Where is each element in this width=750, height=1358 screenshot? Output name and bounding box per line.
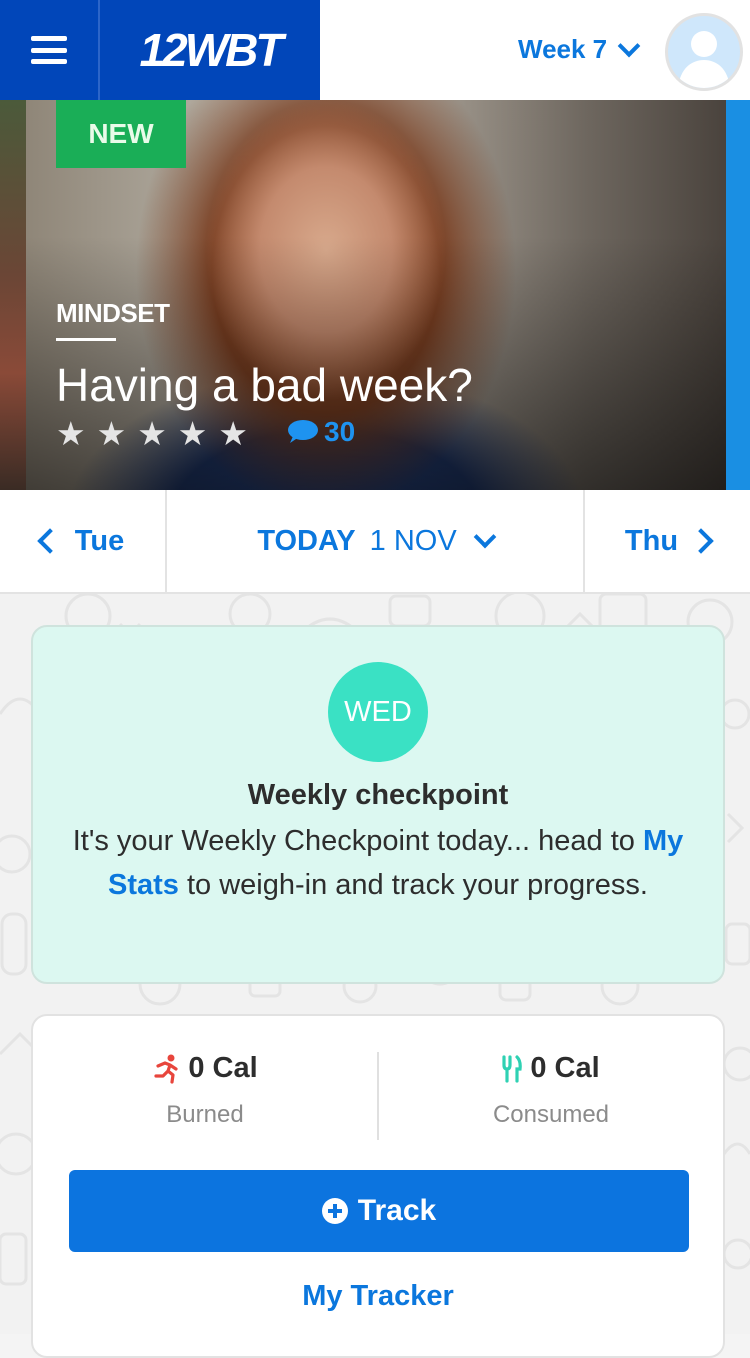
track-button[interactable]: Track <box>69 1170 689 1252</box>
speech-bubble-icon <box>288 420 318 443</box>
star-icon: ★ <box>56 415 86 452</box>
article-title[interactable]: Having a bad week? <box>56 358 473 412</box>
plus-circle-icon <box>321 1198 348 1224</box>
running-person-icon <box>154 1054 178 1084</box>
featured-article-card[interactable]: NEW MINDSET Having a bad week? ★ ★ ★ ★ ★… <box>0 100 750 490</box>
day-badge: WED <box>328 662 428 762</box>
article-category: MINDSET <box>56 298 170 328</box>
next-day-button[interactable]: Thu <box>585 490 750 592</box>
today-label: TODAY <box>257 524 356 557</box>
chevron-right-icon <box>688 528 714 554</box>
calories-consumed: 0 Cal Consumed <box>379 1052 723 1129</box>
hamburger-icon <box>31 36 67 64</box>
day-navigation: Tue TODAY 1 NOV Thu <box>0 490 750 594</box>
checkpoint-title: Weekly checkpoint <box>247 779 509 811</box>
burned-value: 0 Cal <box>188 1052 258 1084</box>
week-selector[interactable]: Week 7 <box>518 34 641 65</box>
calorie-tracker-card: 0 Cal Burned 0 Cal Consumed Track My Tra… <box>31 1014 725 1358</box>
next-card-peek[interactable] <box>726 100 750 490</box>
my-tracker-link[interactable]: My Tracker <box>33 1280 723 1313</box>
checkpoint-body-text-end: to weigh-in and track your progress. <box>178 869 648 901</box>
track-button-label: Track <box>357 1194 437 1227</box>
menu-button[interactable] <box>0 0 98 100</box>
previous-day-label: Tue <box>74 524 125 557</box>
chevron-left-icon <box>37 528 63 554</box>
today-date: 1 NOV <box>369 524 457 557</box>
date-selector[interactable]: TODAY 1 NOV <box>167 490 585 592</box>
checkpoint-body-text: It's your Weekly Checkpoint today... hea… <box>72 825 643 857</box>
calories-burned: 0 Cal Burned <box>33 1052 377 1129</box>
burned-label: Burned <box>166 1101 244 1128</box>
comment-count: 30 <box>324 416 356 447</box>
app-header: 12WBT Week 7 <box>0 0 750 100</box>
previous-card-peek[interactable] <box>0 100 26 490</box>
comments-link[interactable]: 30 <box>286 416 355 448</box>
previous-day-button[interactable]: Tue <box>0 490 167 592</box>
week-label: Week 7 <box>518 34 608 64</box>
star-icon: ★ <box>177 415 208 452</box>
star-icon: ★ <box>137 415 167 452</box>
consumed-value: 0 Cal <box>530 1052 600 1084</box>
app-logo[interactable]: 12WBT <box>100 0 320 100</box>
user-avatar-icon <box>678 31 730 88</box>
new-badge: NEW <box>56 100 186 168</box>
star-rating: ★ ★ ★ ★ ★ <box>56 416 248 452</box>
consumed-label: Consumed <box>492 1101 610 1128</box>
logo-text: 12WBT <box>139 24 284 76</box>
star-icon: ★ <box>96 415 127 452</box>
star-icon: ★ <box>218 415 248 452</box>
fork-knife-icon <box>502 1054 523 1083</box>
category-underline <box>56 338 116 341</box>
next-day-label: Thu <box>624 524 679 557</box>
chevron-down-icon <box>473 525 496 549</box>
avatar[interactable] <box>665 13 743 91</box>
checkpoint-body: It's your Weekly Checkpoint today... hea… <box>63 819 693 907</box>
weekly-checkpoint-card: WED Weekly checkpoint It's your Weekly C… <box>31 625 725 984</box>
chevron-down-icon <box>617 34 641 57</box>
